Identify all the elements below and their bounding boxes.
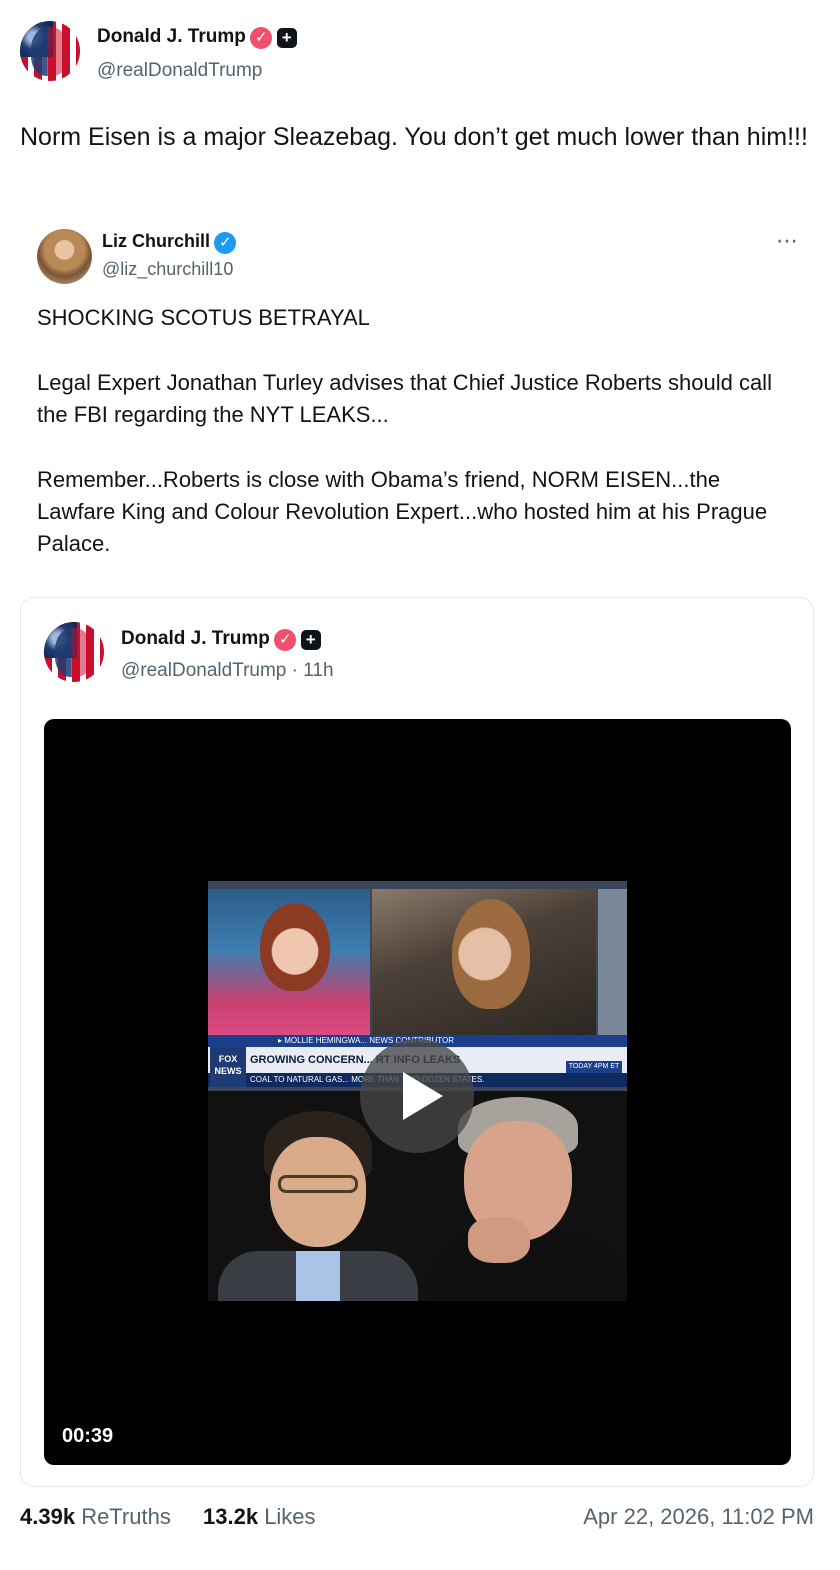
play-icon[interactable]: [360, 1039, 474, 1153]
quote-author-name[interactable]: Liz Churchill: [102, 231, 210, 251]
quote-author-avatar[interactable]: [37, 229, 92, 284]
man-left-portrait: [218, 1111, 418, 1301]
justice-image: [372, 889, 596, 1041]
retruths-count: 4.39k: [20, 1504, 76, 1529]
today-tag: TODAY 4PM ET: [566, 1061, 622, 1073]
verified-badge-icon: ✓: [250, 26, 273, 49]
likes-label: Likes: [264, 1504, 316, 1529]
likes-stat[interactable]: 13.2k Likes: [203, 1504, 316, 1530]
quote-paragraph: Legal Expert Jonathan Turley advises tha…: [37, 370, 772, 427]
more-horizontal-icon[interactable]: ⋯: [776, 228, 799, 254]
author-name[interactable]: Donald J. Trump: [97, 26, 246, 47]
embed-author-handle-time[interactable]: @realDonaldTrump · 11h: [121, 660, 334, 682]
embed-author-name-row[interactable]: Donald J. Trump ✓ +: [121, 628, 321, 651]
plus-badge-icon: +: [276, 27, 297, 48]
verified-badge-icon: ✓: [214, 231, 237, 254]
embed-author-avatar[interactable]: [44, 622, 104, 682]
author-handle[interactable]: @realDonaldTrump: [97, 60, 262, 82]
quote-author-name-row[interactable]: Liz Churchill ✓: [102, 231, 237, 254]
author-name-row[interactable]: Donald J. Trump ✓ +: [97, 26, 297, 49]
post-text: Norm Eisen is a major Sleazebag. You don…: [20, 123, 808, 151]
anchor-image: [208, 889, 370, 1041]
embed-author-name[interactable]: Donald J. Trump: [121, 628, 270, 649]
quote-paragraph: SHOCKING SCOTUS BETRAYAL: [37, 305, 370, 330]
fox-news-logo: FOX NEWS: [210, 1047, 246, 1087]
quote-paragraph: Remember...Roberts is close with Obama’s…: [37, 467, 768, 556]
retruths-stat[interactable]: 4.39k ReTruths: [20, 1504, 171, 1530]
author-avatar[interactable]: [20, 21, 80, 81]
video-player[interactable]: ▸ MOLLIE HEMINGWA... NEWS CONTRIBUTOR GR…: [44, 719, 791, 1465]
post-timestamp[interactable]: Apr 22, 2026, 11:02 PM: [583, 1504, 814, 1530]
likes-count: 13.2k: [203, 1504, 259, 1529]
verified-badge-icon: ✓: [274, 628, 297, 651]
plus-badge-icon: +: [300, 629, 321, 650]
video-duration: 00:39: [62, 1425, 114, 1447]
retruths-label: ReTruths: [81, 1504, 171, 1529]
quote-author-handle[interactable]: @liz_churchill10: [102, 259, 233, 280]
